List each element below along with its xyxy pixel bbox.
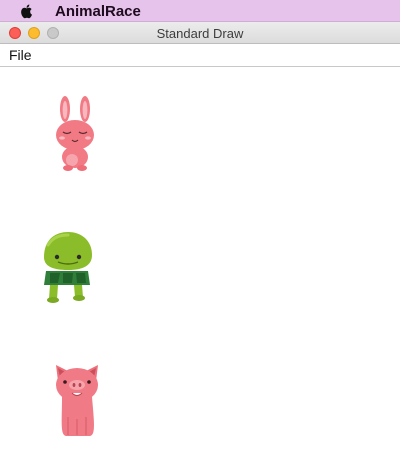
file-menu[interactable]: File: [9, 47, 32, 63]
window-titlebar[interactable]: Standard Draw: [0, 22, 400, 44]
turtle-icon: [44, 232, 92, 303]
draw-canvas[interactable]: [0, 67, 400, 466]
window-title: Standard Draw: [156, 26, 244, 41]
system-menubar: AnimalRace: [0, 0, 400, 22]
pig-icon: [56, 365, 98, 436]
window-menubar: File: [0, 44, 400, 67]
apple-icon[interactable]: [18, 2, 36, 20]
bunny-icon: [56, 96, 94, 171]
app-name[interactable]: AnimalRace: [55, 3, 141, 20]
